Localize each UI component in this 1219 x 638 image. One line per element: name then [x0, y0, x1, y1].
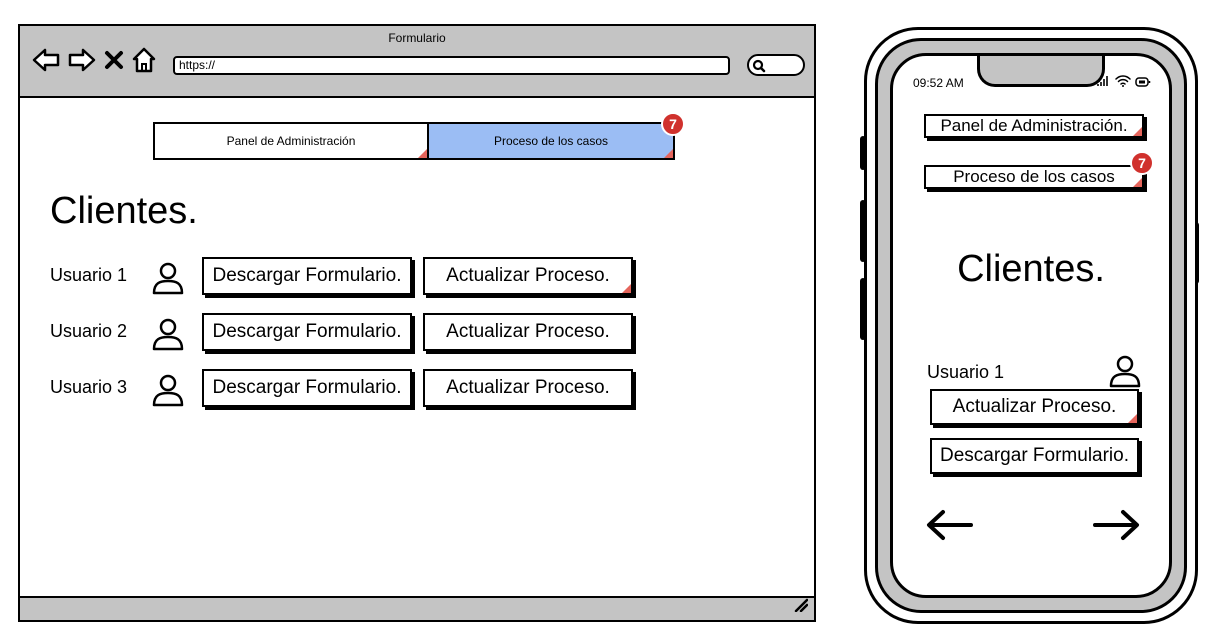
user-icon	[1107, 352, 1143, 393]
url-input[interactable]: https://	[173, 56, 730, 75]
browser-toolbar: Formulario https://	[20, 26, 814, 98]
tab-bar: Panel de Administración Proceso de los c…	[153, 112, 685, 160]
close-icon[interactable]	[104, 49, 124, 71]
battery-icon	[1135, 74, 1151, 92]
link-indicator-icon	[418, 149, 427, 158]
notification-badge: 7	[661, 112, 685, 136]
user-name: Usuario 2	[50, 321, 128, 341]
search-box[interactable]	[747, 54, 805, 76]
update-process-button[interactable]: Actualizar Proceso.	[423, 257, 633, 295]
status-time: 09:52 AM	[913, 76, 964, 90]
user-icon	[150, 371, 186, 412]
user-name: Usuario 1	[50, 265, 128, 285]
signal-icon	[1097, 74, 1111, 92]
tab-proceso-de-los-casos[interactable]: Proceso de los casos 7	[429, 112, 685, 158]
update-process-button[interactable]: Actualizar Proceso.	[423, 369, 633, 407]
back-arrow-icon[interactable]	[32, 47, 60, 73]
phone-notch	[977, 56, 1105, 87]
user-name: Usuario 3	[50, 377, 128, 397]
link-indicator-icon	[1133, 127, 1142, 136]
user-icon	[150, 315, 186, 356]
notification-badge: 7	[1130, 151, 1154, 175]
phone-screen: 09:52 AM Panel de Administración. Proces…	[890, 53, 1172, 598]
link-indicator-icon	[622, 284, 631, 293]
button-label: Actualizar Proceso.	[952, 396, 1117, 417]
update-process-button[interactable]: Actualizar Proceso.	[930, 389, 1139, 425]
process-cases-button[interactable]: Proceso de los casos 7	[924, 151, 1154, 189]
tab-label: Proceso de los casos	[493, 134, 609, 148]
download-form-button[interactable]: Descargar Formulario.	[202, 369, 412, 407]
button-label: Panel de Administración.	[940, 116, 1128, 135]
link-indicator-icon	[1133, 178, 1142, 187]
nav-controls	[32, 47, 156, 73]
download-form-button[interactable]: Descargar Formulario.	[202, 257, 412, 295]
tab-label: Panel de Administración	[226, 134, 356, 148]
link-indicator-icon	[664, 149, 673, 158]
update-process-button[interactable]: Actualizar Proceso.	[423, 313, 633, 351]
admin-panel-button[interactable]: Panel de Administración.	[924, 114, 1144, 138]
browser-status-bar	[20, 596, 814, 620]
page-title: Clientes.	[957, 248, 1105, 290]
user-name: Usuario 1	[927, 362, 1005, 382]
phone-frame: 09:52 AM Panel de Administración. Proces…	[864, 27, 1198, 624]
link-indicator-icon	[1128, 414, 1137, 423]
resize-handle-icon[interactable]	[792, 596, 809, 617]
tab-panel-administracion[interactable]: Panel de Administración	[155, 124, 429, 158]
download-form-button[interactable]: Descargar Formulario.	[202, 313, 412, 351]
button-label: Proceso de los casos	[953, 167, 1115, 186]
page-title: Clientes.	[50, 190, 198, 232]
window-title: Formulario	[388, 31, 446, 45]
status-icons	[1097, 74, 1151, 92]
browser-window: Formulario https:// Panel de Administrac	[18, 24, 816, 622]
download-form-button[interactable]: Descargar Formulario.	[930, 438, 1139, 474]
user-icon	[150, 259, 186, 300]
phone-bezel: 09:52 AM Panel de Administración. Proces…	[875, 38, 1187, 613]
wifi-icon	[1115, 74, 1131, 92]
home-icon[interactable]	[132, 47, 156, 73]
arrow-left-icon[interactable]	[925, 508, 975, 547]
forward-arrow-icon[interactable]	[68, 47, 96, 73]
arrow-right-icon[interactable]	[1091, 508, 1141, 547]
button-label: Actualizar Proceso.	[446, 265, 610, 286]
